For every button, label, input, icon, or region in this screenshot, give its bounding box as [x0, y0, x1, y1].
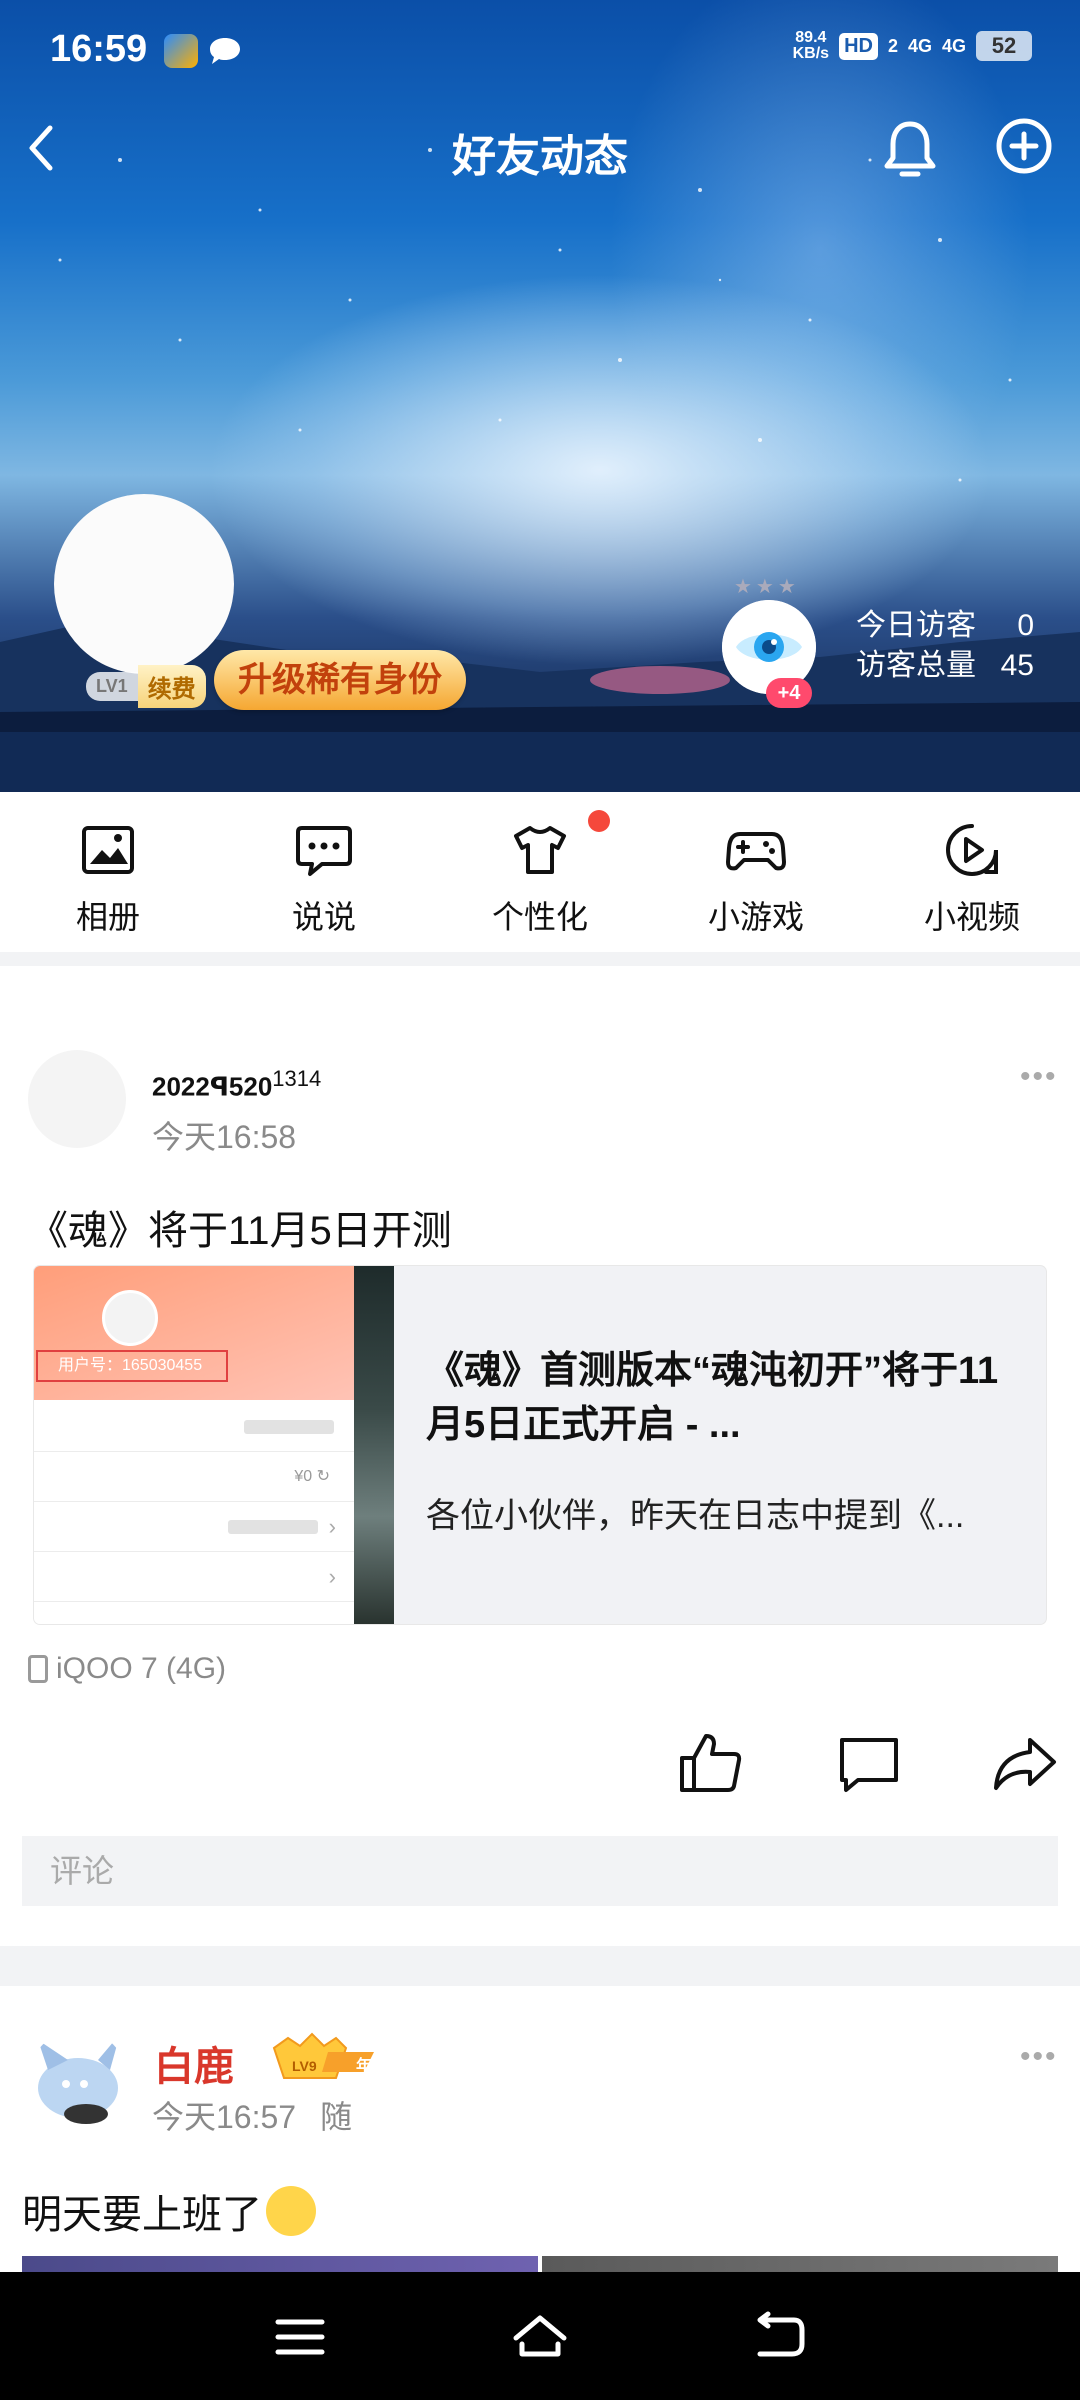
crying-emoji-icon: [266, 2186, 316, 2236]
post-author[interactable]: 白鹿: [154, 2034, 234, 2092]
total-visitors-value: 45: [1000, 649, 1034, 682]
signal-icon-1: 4G: [907, 35, 932, 56]
talk-bubble-icon: [296, 826, 352, 876]
quick-nav-label: 小游戏: [707, 899, 804, 935]
thumbnail-photo-strip: [354, 1266, 394, 1624]
hd-sub: 2: [887, 35, 898, 56]
phone-icon: [28, 1655, 48, 1683]
avatar[interactable]: [28, 2030, 128, 2130]
quick-nav-personalize[interactable]: 个性化: [432, 792, 648, 952]
quick-nav-album[interactable]: 相册: [0, 792, 216, 952]
net-speed-value: 89.4: [795, 29, 827, 46]
quick-nav-label: 说说: [291, 899, 356, 935]
visitor-stars: ★★★: [734, 576, 800, 598]
device-name: iQOO 7 (4G): [56, 1652, 227, 1685]
share-icon[interactable]: [990, 1730, 1060, 1796]
net-speed-unit: KB/s: [792, 45, 830, 62]
hd-icon: HD: [839, 32, 878, 60]
thumbnail-uid: 用户号：165030455: [36, 1350, 228, 1382]
quick-nav-label: 个性化: [491, 899, 588, 935]
post-tag: 随: [320, 2099, 353, 2135]
thumbnail-row: [34, 1402, 354, 1452]
thumbnail-price: ¥0 ↻: [294, 1468, 330, 1485]
author-name: 2022ꟼ520: [152, 1071, 273, 1102]
thumbnail-rows: ¥0 ↻ › ›: [34, 1402, 354, 1602]
gamepad-icon: [726, 832, 786, 871]
link-thumbnail: 用户号：165030455 ¥0 ↻ › ›: [34, 1266, 394, 1624]
more-options-icon[interactable]: •••: [1020, 1062, 1060, 1092]
quick-nav-label: 相册: [75, 899, 140, 935]
shared-link-card[interactable]: 用户号：165030455 ¥0 ↻ › › 《魂》首测版本“魂沌初开”将于11…: [34, 1266, 1046, 1624]
comment-icon[interactable]: [834, 1730, 904, 1796]
tshirt-icon: [514, 826, 566, 874]
post-time: 今天16:57 随: [152, 2092, 352, 2138]
app-notification-icon: [164, 34, 198, 68]
play-video-icon: [946, 824, 998, 876]
menu-icon[interactable]: [270, 2310, 330, 2364]
quick-nav-video[interactable]: 小视频: [864, 792, 1080, 952]
status-time: 16:59: [50, 28, 148, 70]
post-text-content: 明天要上班了: [22, 2193, 262, 2237]
today-visitors-label: 今日访客: [856, 609, 976, 642]
hd-label: HD: [844, 34, 873, 57]
post-text: 明天要上班了: [22, 2182, 316, 2240]
status-bar: 16:59 89.4 KB/s HD 2 4G 4G 52: [0, 0, 1080, 104]
visitor-increase-badge: +4: [766, 678, 812, 708]
new-badge-dot: [588, 810, 610, 832]
quick-nav-talk[interactable]: 说说: [216, 792, 432, 952]
author-superscript: 1314: [272, 1066, 322, 1091]
upgrade-identity-button[interactable]: 升级稀有身份: [214, 650, 466, 710]
thumbnail-row: ›: [34, 1502, 354, 1552]
vip-year: 年: [356, 2058, 373, 2075]
post-author[interactable]: 2022ꟼ5201314: [152, 1066, 321, 1103]
today-visitors-value: 0: [1017, 609, 1034, 642]
thumbnail-row: ›: [34, 1552, 354, 1602]
link-description: 各位小伙伴，昨天在日志中提到《...: [426, 1497, 965, 1535]
profile-avatar[interactable]: [54, 494, 234, 674]
signal-icon-2: 4G: [941, 35, 966, 56]
thumbnail-avatar: [102, 1290, 158, 1346]
bell-icon[interactable]: [880, 116, 940, 182]
post-divider: [0, 1946, 1080, 1986]
avatar[interactable]: [28, 1050, 126, 1148]
device-info: iQOO 7 (4G): [28, 1652, 226, 1686]
quick-nav-games[interactable]: 小游戏: [648, 792, 864, 952]
back-nav-icon[interactable]: [750, 2310, 810, 2364]
system-navigation-bar: [0, 2272, 1080, 2400]
more-options-icon[interactable]: •••: [1020, 2042, 1060, 2072]
battery-icon: 52: [976, 31, 1032, 61]
add-post-button[interactable]: [994, 116, 1054, 176]
renew-label: 续费: [137, 664, 206, 708]
comment-input[interactable]: 评论: [22, 1836, 1058, 1906]
quick-nav: 相册 说说 个性化 小游戏 小视频: [0, 792, 1080, 952]
post-text: 《魂》将于11月5日开测: [28, 1209, 452, 1253]
section-divider: [0, 952, 1080, 966]
level-text: LV1: [86, 671, 138, 701]
chat-notification-icon: [210, 38, 240, 64]
thumbnail-row: ¥0 ↻: [34, 1452, 354, 1502]
quick-nav-label: 小视频: [923, 899, 1020, 935]
photo-album-icon: [82, 826, 134, 874]
cartoon-avatar-image: [38, 2034, 120, 2124]
cover-banner[interactable]: 16:59 89.4 KB/s HD 2 4G 4G 52 好友动态 LV1 续…: [0, 0, 1080, 792]
post-time: 今天16:58: [152, 1119, 297, 1155]
network-speed: 89.4 KB/s: [793, 30, 829, 62]
vip-level: LV9: [292, 2058, 317, 2074]
post-time-text: 今天16:57: [152, 2099, 297, 2135]
link-title: 《魂》首测版本“魂沌初开”将于11月5日正式开启 - ...: [426, 1350, 999, 1446]
like-icon[interactable]: [676, 1730, 746, 1796]
home-icon[interactable]: [510, 2310, 570, 2364]
visitor-stats[interactable]: 今日访客 0 访客总量 45: [856, 606, 1034, 686]
thumbnail-header: 用户号：165030455: [34, 1266, 354, 1400]
total-visitors-label: 访客总量: [856, 649, 976, 682]
level-badge[interactable]: LV1 续费: [86, 664, 206, 708]
